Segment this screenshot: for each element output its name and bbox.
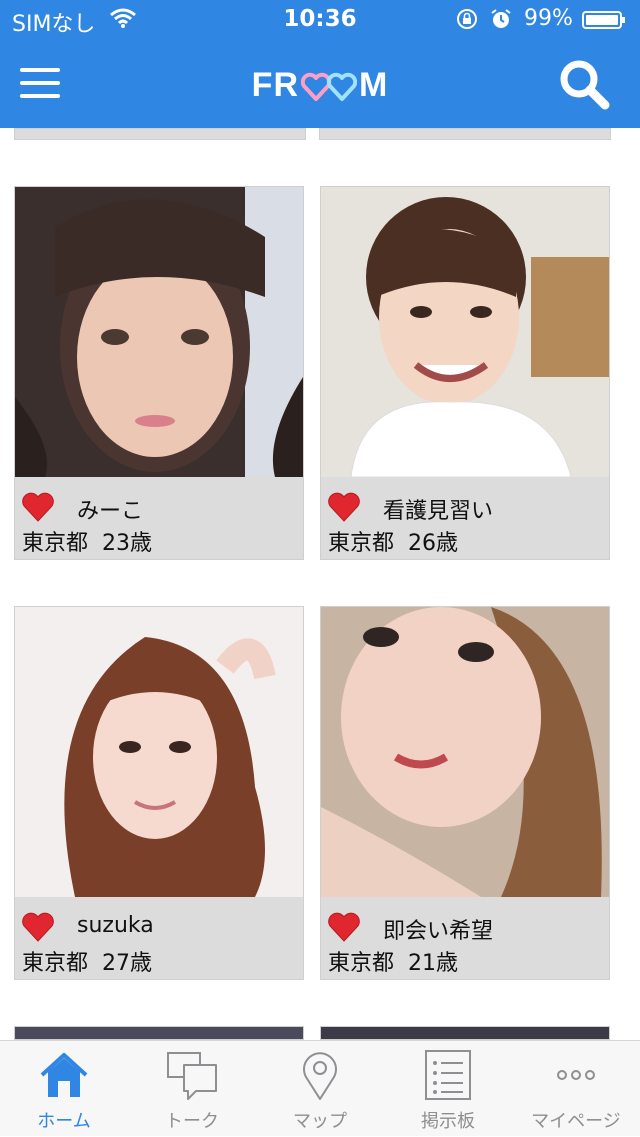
profile-age: 26歳 (408, 531, 459, 556)
nav-bar: FR M (0, 40, 640, 128)
status-bar: SIMなし 10:36 99% (0, 0, 640, 40)
battery-icon (582, 11, 625, 29)
profile-age: 27歳 (102, 951, 153, 976)
heart-icon[interactable] (327, 911, 361, 943)
profile-info: 即会い希望 東京都 21歳 (321, 897, 609, 979)
profile-info: 看護見習い 東京都 26歳 (321, 477, 609, 559)
tab-map-label: マップ (293, 1111, 347, 1132)
map-pin-icon (303, 1052, 337, 1100)
tab-board[interactable]: 掲示板 (384, 1041, 512, 1137)
heart-icon[interactable] (21, 491, 55, 523)
home-icon (40, 1053, 88, 1097)
alarm-icon (491, 9, 511, 28)
profile-card-partial[interactable] (14, 1026, 304, 1040)
battery-percent: 99% (524, 6, 573, 31)
profile-name: suzuka (77, 913, 154, 938)
profile-name: 即会い希望 (383, 919, 494, 944)
profile-location: 東京都 21歳 (328, 951, 459, 976)
tab-mypage[interactable]: マイページ (512, 1041, 640, 1137)
tab-home[interactable]: ホーム (0, 1041, 128, 1137)
tab-board-label: 掲示板 (421, 1111, 475, 1132)
top-bar: SIMなし 10:36 99% FR M (0, 0, 640, 128)
profile-grid: みーこ 東京都 23歳 看護見習い 東京都 26歳 suzuka 東京都 27歳… (0, 128, 640, 1040)
profile-card-partial[interactable] (14, 128, 306, 140)
profile-location: 東京都 27歳 (22, 951, 153, 976)
tab-bar: ホーム トーク マップ 掲示板 マイページ (0, 1040, 640, 1136)
app-logo: FR M (251, 66, 389, 104)
tab-home-label: ホーム (37, 1111, 91, 1132)
profile-name: みーこ (77, 499, 144, 524)
profile-location: 東京都 23歳 (22, 531, 153, 556)
profile-location: 東京都 26歳 (328, 531, 459, 556)
heart-icon[interactable] (21, 911, 55, 943)
profile-photo (321, 607, 609, 897)
more-icon (557, 1070, 595, 1080)
tab-talk-label: トーク (165, 1111, 219, 1132)
profile-card-partial[interactable] (319, 128, 611, 140)
profile-photo (15, 187, 303, 477)
profile-info: suzuka 東京都 27歳 (15, 897, 303, 979)
tab-talk[interactable]: トーク (128, 1041, 256, 1137)
board-icon (425, 1050, 471, 1100)
tab-mypage-label: マイページ (531, 1111, 621, 1132)
profile-age: 23歳 (102, 531, 153, 556)
search-button[interactable] (558, 58, 610, 110)
rotation-lock-icon (457, 9, 477, 29)
profile-card[interactable]: みーこ 東京都 23歳 (14, 186, 304, 560)
profile-age: 21歳 (408, 951, 459, 976)
profile-card[interactable]: 即会い希望 東京都 21歳 (320, 606, 610, 980)
profile-name: 看護見習い (383, 499, 494, 524)
hearts-logo-icon (301, 72, 357, 102)
profile-card[interactable]: 看護見習い 東京都 26歳 (320, 186, 610, 560)
profile-info: みーこ 東京都 23歳 (15, 477, 303, 559)
profile-card[interactable]: suzuka 東京都 27歳 (14, 606, 304, 980)
heart-icon[interactable] (327, 491, 361, 523)
profile-photo (15, 607, 303, 897)
profile-card-partial[interactable] (320, 1026, 610, 1040)
tab-map[interactable]: マップ (256, 1041, 384, 1137)
talk-icon (167, 1052, 217, 1100)
profile-photo (321, 187, 609, 477)
